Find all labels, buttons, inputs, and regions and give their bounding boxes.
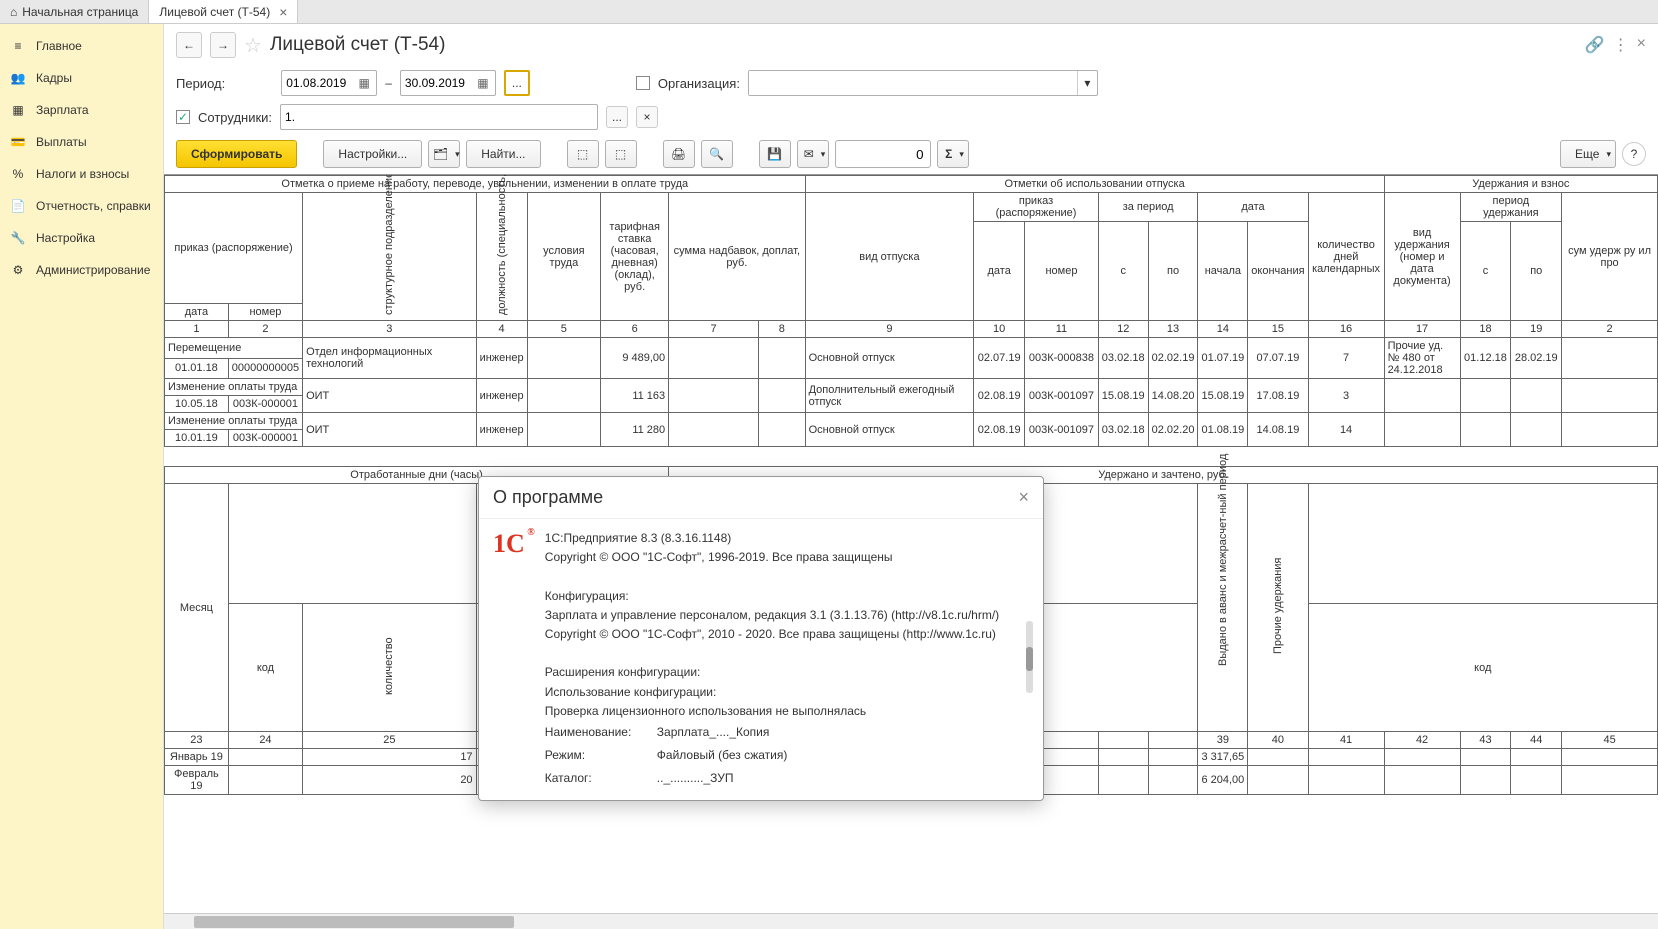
find-button[interactable]: Найти... <box>466 140 540 168</box>
date-to[interactable]: ▦ <box>400 70 496 96</box>
card-icon: 💳 <box>10 134 26 150</box>
close-icon[interactable]: × <box>1018 487 1029 508</box>
chevron-down-icon[interactable]: ▾ <box>1077 71 1097 95</box>
emp-label: Сотрудники: <box>198 110 272 125</box>
sidebar-item-nalogi[interactable]: %Налоги и взносы <box>0 158 163 190</box>
sidebar: ≡Главное 👥Кадры ▦Зарплата 💳Выплаты %Нало… <box>0 24 164 929</box>
table-row: Изменение оплаты трудаОИТинженер11 163До… <box>165 379 1658 396</box>
preview-button[interactable]: 🔍 <box>701 140 733 168</box>
page-title: Лицевой счет (Т-54) <box>270 34 445 56</box>
settings-button[interactable]: Настройки... <box>323 140 422 168</box>
collapse-button[interactable]: ⬚ <box>605 140 637 168</box>
emp-checkbox[interactable] <box>176 110 190 124</box>
sidebar-item-nastroika[interactable]: 🔧Настройка <box>0 222 163 254</box>
num-input[interactable] <box>835 140 931 168</box>
star-icon[interactable]: ☆ <box>244 33 262 58</box>
h-scrollbar[interactable] <box>164 913 1658 929</box>
table-row: ПеремещениеОтдел информационных технолог… <box>165 338 1658 359</box>
print-button[interactable]: 🖨 <box>663 140 695 168</box>
back-button[interactable]: ← <box>176 32 202 58</box>
wrench-icon: 🔧 <box>10 230 26 246</box>
grid-icon: ▦ <box>10 102 26 118</box>
sidebar-item-admin[interactable]: ⚙Администрирование <box>0 254 163 286</box>
org-label: Организация: <box>658 76 740 91</box>
gear-icon: ⚙ <box>10 262 26 278</box>
about-dialog: О программе × 1C 1С:Предприятие 8.3 (8.3… <box>478 476 1044 801</box>
link-icon[interactable]: 🔗 <box>1585 35 1605 55</box>
period-dialog-button[interactable]: ... <box>504 70 530 96</box>
sigma-button[interactable]: Σ▾ <box>937 140 969 168</box>
org-select[interactable]: ▾ <box>748 70 1098 96</box>
period-label: Период: <box>176 76 225 91</box>
mail-button[interactable]: ✉▾ <box>797 140 829 168</box>
more-icon[interactable]: ⋮ <box>1613 35 1629 55</box>
close-icon[interactable]: × <box>279 4 287 20</box>
tab-account[interactable]: Лицевой счет (Т-54)× <box>149 0 298 23</box>
logo-icon: 1C <box>493 529 525 790</box>
more-button[interactable]: Еще▾ <box>1560 140 1616 168</box>
emp-clear-button[interactable]: × <box>636 106 658 128</box>
percent-icon: % <box>10 166 26 182</box>
sidebar-item-main[interactable]: ≡Главное <box>0 30 163 62</box>
org-checkbox[interactable] <box>636 76 650 90</box>
home-icon: ⌂ <box>10 5 17 19</box>
expand-button[interactable]: ⬚ <box>567 140 599 168</box>
calendar-icon[interactable]: ▦ <box>356 74 372 92</box>
about-title: О программе <box>493 487 603 508</box>
options-button[interactable]: 🗂▾ <box>428 140 460 168</box>
people-icon: 👥 <box>10 70 26 86</box>
generate-button[interactable]: Сформировать <box>176 140 297 168</box>
date-from[interactable]: ▦ <box>281 70 377 96</box>
calendar-icon[interactable]: ▦ <box>475 74 491 92</box>
emp-input[interactable] <box>280 104 598 130</box>
help-button[interactable]: ? <box>1622 142 1646 166</box>
sidebar-item-kadry[interactable]: 👥Кадры <box>0 62 163 94</box>
sidebar-item-vyplaty[interactable]: 💳Выплаты <box>0 126 163 158</box>
forward-button[interactable]: → <box>210 32 236 58</box>
scrollbar[interactable] <box>1026 621 1033 693</box>
table-row: Изменение оплаты трудаОИТинженер11 280Ос… <box>165 413 1658 430</box>
sidebar-item-otchet[interactable]: 📄Отчетность, справки <box>0 190 163 222</box>
tab-home[interactable]: ⌂Начальная страница <box>0 0 149 23</box>
close-panel-icon[interactable]: × <box>1637 35 1646 55</box>
menu-icon: ≡ <box>10 38 26 54</box>
doc-icon: 📄 <box>10 198 26 214</box>
save-button[interactable]: 💾 <box>759 140 791 168</box>
emp-pick-button[interactable]: ... <box>606 106 628 128</box>
sidebar-item-zarplata[interactable]: ▦Зарплата <box>0 94 163 126</box>
